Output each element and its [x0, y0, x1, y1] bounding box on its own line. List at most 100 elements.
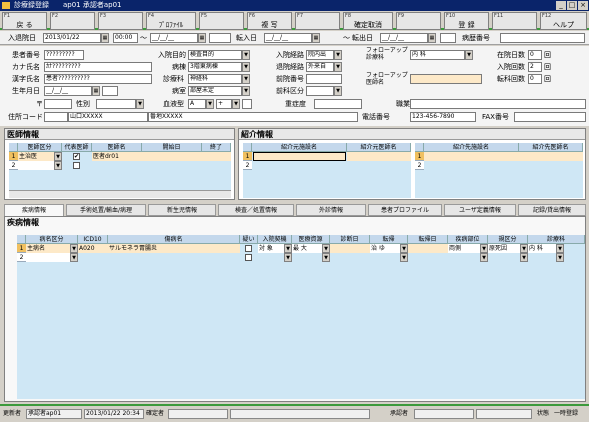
f2-button[interactable]: F2 — [50, 12, 95, 30]
doctor-name-cell[interactable]: 医者dr01 — [92, 152, 142, 161]
header-icd10[interactable]: ICD10 — [78, 235, 108, 244]
chevron-down-icon[interactable]: ▼ — [206, 99, 214, 109]
pre-dept-field[interactable] — [306, 74, 342, 84]
calendar-icon[interactable]: ▦ — [92, 86, 100, 96]
header-suspected[interactable]: 疑い — [240, 235, 258, 244]
rep-doctor-checkbox[interactable] — [73, 162, 80, 169]
ward-field[interactable]: 3階東病棟 — [188, 62, 242, 72]
chevron-down-icon[interactable]: ▼ — [242, 74, 250, 84]
suspected-checkbox[interactable] — [245, 254, 252, 261]
chevron-down-icon[interactable]: ▼ — [520, 253, 528, 262]
discharge-date-field[interactable]: __/__/__ — [150, 33, 198, 43]
disease-name-cell[interactable]: サルモネラ胃腸炎 — [108, 244, 240, 253]
f4-profile-button[interactable]: F4 ﾌﾟﾛﾌｧｲﾙ — [146, 12, 196, 30]
calendar-icon[interactable]: ▦ — [198, 33, 206, 43]
header-end-date[interactable]: 終了 — [202, 143, 231, 152]
f8-cancel-confirm-button[interactable]: F8 確定取消 — [343, 12, 393, 30]
chevron-down-icon[interactable]: ▼ — [480, 253, 488, 262]
row-number[interactable]: 2 — [9, 161, 18, 170]
header-trigger[interactable]: 入院契機 — [258, 235, 292, 244]
site-cell[interactable]: 両側 — [448, 244, 480, 253]
blood-extra-field[interactable] — [242, 99, 252, 109]
patient-no-field[interactable]: ????????? — [44, 50, 84, 60]
followup-dept-field[interactable]: 内 科 — [410, 50, 465, 60]
followup-doctor-field[interactable] — [410, 74, 482, 84]
chevron-down-icon[interactable]: ▼ — [232, 99, 240, 109]
disease-kind-cell[interactable] — [26, 253, 70, 262]
f5-button[interactable]: F5 — [199, 12, 244, 30]
tab-surgery[interactable]: 手術処置/輸血/病理 — [66, 204, 146, 216]
header-category[interactable]: 規区分 — [488, 235, 528, 244]
rh-field[interactable]: + — [216, 99, 232, 109]
header-start-date[interactable]: 開始日 — [142, 143, 202, 152]
age-field[interactable] — [102, 86, 118, 96]
birth-field[interactable]: __/__/__ — [44, 86, 92, 96]
chevron-down-icon[interactable]: ▼ — [322, 244, 330, 253]
diagnosis-date-cell[interactable] — [330, 244, 370, 253]
header-disease-name[interactable]: 傷病名 — [108, 235, 240, 244]
tab-records[interactable]: 記録/貸出情報 — [518, 204, 586, 216]
chevron-down-icon[interactable]: ▼ — [480, 244, 488, 253]
calendar-icon[interactable]: ▦ — [101, 33, 109, 43]
dept-cell[interactable]: 内 科 — [528, 244, 556, 253]
header-diagnosis-date[interactable]: 診断日 — [330, 235, 370, 244]
record-no-field[interactable] — [500, 33, 585, 43]
zip-field[interactable] — [44, 99, 72, 109]
disease-kind-cell[interactable]: 主病名 — [26, 244, 70, 253]
row-number[interactable]: 2 — [243, 161, 252, 170]
chevron-down-icon[interactable]: ▼ — [400, 244, 408, 253]
job-field[interactable] — [410, 99, 586, 109]
kana-field[interactable]: ｶﾅ????????? — [44, 62, 152, 72]
calendar-icon[interactable]: ▦ — [428, 33, 436, 43]
chevron-down-icon[interactable]: ▼ — [520, 244, 528, 253]
chevron-down-icon[interactable]: ▼ — [334, 86, 342, 96]
fax-field[interactable] — [514, 112, 586, 122]
f1-back-button[interactable]: F1 戻 る — [2, 12, 47, 30]
tab-newborn[interactable]: 新生児情報 — [148, 204, 216, 216]
chevron-down-icon[interactable]: ▼ — [334, 62, 342, 72]
f6-copy-button[interactable]: F6 複 写 — [247, 12, 292, 30]
tab-user-defined[interactable]: ユーザ定義情報 — [444, 204, 516, 216]
f7-button[interactable]: F7 — [295, 12, 340, 30]
chevron-down-icon[interactable]: ▼ — [136, 99, 144, 109]
doctor-kind-cell[interactable] — [18, 161, 54, 170]
f9-button[interactable]: F9 — [396, 12, 441, 30]
category-cell[interactable]: 原死因 — [488, 244, 520, 253]
header-doctor-kind[interactable]: 医師区分 — [18, 143, 62, 152]
dept-field[interactable]: 神経科 — [188, 74, 242, 84]
blood-field[interactable]: A — [188, 99, 206, 109]
chevron-down-icon[interactable]: ▼ — [400, 253, 408, 262]
tab-exam[interactable]: 検査／処置情報 — [218, 204, 294, 216]
calendar-icon[interactable]: ▦ — [312, 33, 320, 43]
header-source-facility[interactable]: 紹介元施設名 — [252, 143, 347, 152]
f3-button[interactable]: F3 — [98, 12, 143, 30]
transfer-out-field[interactable]: __/__/__ — [380, 33, 428, 43]
room-field[interactable]: 部屋未定 — [188, 86, 242, 96]
chevron-down-icon[interactable]: ▼ — [284, 244, 292, 253]
close-icon[interactable]: × — [578, 1, 588, 10]
row-number[interactable]: 1 — [243, 152, 252, 161]
chevron-down-icon[interactable]: ▼ — [70, 244, 78, 253]
header-resource[interactable]: 医療資源 — [292, 235, 330, 244]
header-dest-doctor[interactable]: 紹介先医師名 — [519, 143, 583, 152]
trigger-cell[interactable]: 対 象 — [258, 244, 284, 253]
chevron-down-icon[interactable]: ▼ — [54, 161, 62, 170]
header-disease-kind[interactable]: 病名区分 — [26, 235, 78, 244]
chevron-down-icon[interactable]: ▼ — [242, 62, 250, 72]
dest-facility-cell[interactable] — [424, 152, 583, 161]
icd10-cell[interactable]: A020 — [78, 244, 108, 253]
chevron-down-icon[interactable]: ▼ — [54, 152, 62, 161]
f11-button[interactable]: F11 — [492, 12, 537, 30]
row-number[interactable]: 1 — [17, 244, 26, 253]
outcome-date-cell[interactable] — [408, 244, 448, 253]
start-date-cell[interactable] — [142, 152, 231, 161]
header-outcome-date[interactable]: 転帰日 — [408, 235, 448, 244]
kanji-field[interactable]: 患者?????????? — [44, 74, 152, 84]
chevron-down-icon[interactable]: ▼ — [556, 253, 564, 262]
chevron-down-icon[interactable]: ▼ — [242, 86, 250, 96]
header-rep-doctor[interactable]: 代表医師 — [62, 143, 92, 152]
header-doctor-name[interactable]: 医師名 — [92, 143, 142, 152]
post-dept-field[interactable] — [306, 86, 334, 96]
chevron-down-icon[interactable]: ▼ — [465, 50, 473, 60]
transfer-in-field[interactable]: __/__/__ — [264, 33, 312, 43]
